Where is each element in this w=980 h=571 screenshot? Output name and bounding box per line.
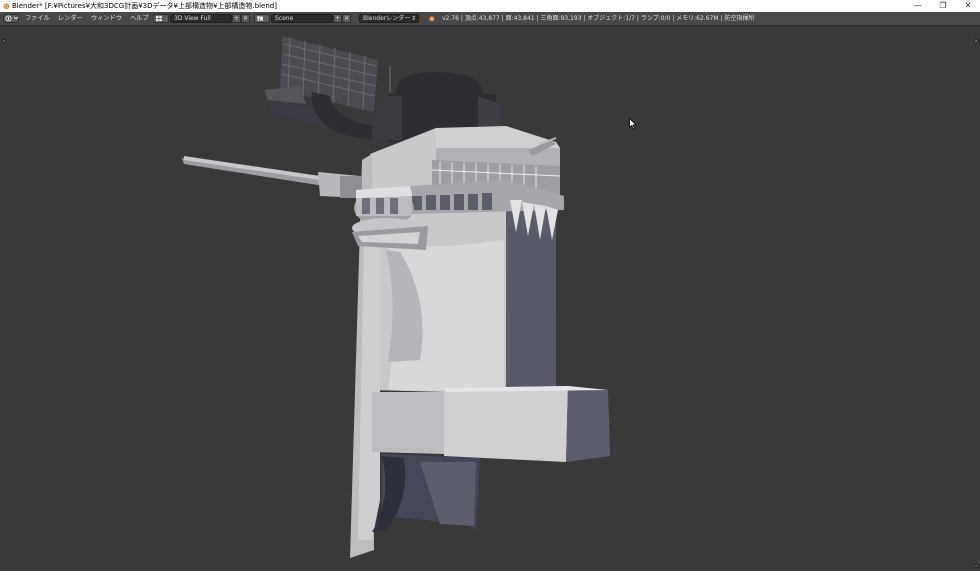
minimize-button[interactable]: — [906,0,930,12]
lower-block [372,386,610,462]
plus-icon: + [233,15,240,22]
lower-column [372,454,480,532]
scene-statistics: v2.76 | 頂点:43,877 | 面:43,841 | 三角面:93,19… [442,15,755,22]
restore-button[interactable]: ❐ [931,0,955,12]
radar-frame [264,36,391,140]
menu-file[interactable]: ファイル [25,12,50,25]
render-engine-dropdown[interactable]: Blenderレンダー ⇕ [359,14,419,23]
3d-viewport[interactable] [0,26,980,571]
remove-scene-button[interactable]: ✕ [342,14,351,23]
scene-field[interactable]: Scene [271,14,333,23]
chevron-updown-icon: ⇕ [410,15,416,22]
mouse-pointer-icon [629,118,637,130]
info-editor-icon [5,15,19,22]
superstructure-model [182,36,610,558]
window-title: Blender* [F:¥Pictures¥大和3DCG計画¥3Dデータ¥上部構… [12,2,277,10]
menu-help[interactable]: ヘルプ [130,12,149,25]
screen-layout-button[interactable] [153,14,169,23]
x-icon: ✕ [242,15,249,22]
gun-barrel [182,156,362,198]
screen-layout-field[interactable]: 3D View Full [170,14,232,23]
info-header: ファイル レンダー ウィンドウ ヘルプ 3D View Full + ✕ Sce… [0,12,980,26]
scene-button[interactable] [254,14,270,23]
blender-render-icon [429,16,435,22]
remove-screen-button[interactable]: ✕ [241,14,250,23]
close-button[interactable]: ✕ [956,0,980,12]
scene-icon [257,16,263,21]
screen-layout-icon [156,15,162,22]
plus-icon: + [334,15,341,22]
add-screen-button[interactable]: + [232,14,241,23]
x-icon: ✕ [343,15,350,22]
window-titlebar: Blender* [F:¥Pictures¥大和3DCG計画¥3Dデータ¥上部構… [0,0,980,12]
editor-type-button[interactable] [3,14,19,23]
add-scene-button[interactable]: + [333,14,342,23]
render-engine-label: Blenderレンダー [363,15,411,22]
blender-logo-icon [3,3,10,10]
menu-render[interactable]: レンダー [58,12,83,25]
menu-window[interactable]: ウィンドウ [91,12,122,25]
